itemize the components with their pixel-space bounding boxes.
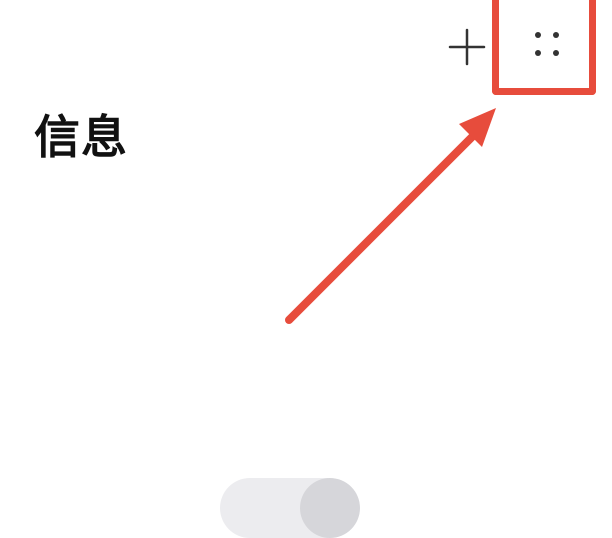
add-button[interactable] [447,27,487,67]
annotation-arrow [285,108,496,324]
bottom-toggle[interactable] [220,478,360,538]
more-dots-icon [535,32,559,56]
page-title: 信息 [34,110,128,164]
bottom-toggle-knob [300,478,360,538]
plus-icon [448,28,486,66]
more-options-button[interactable] [521,25,571,65]
